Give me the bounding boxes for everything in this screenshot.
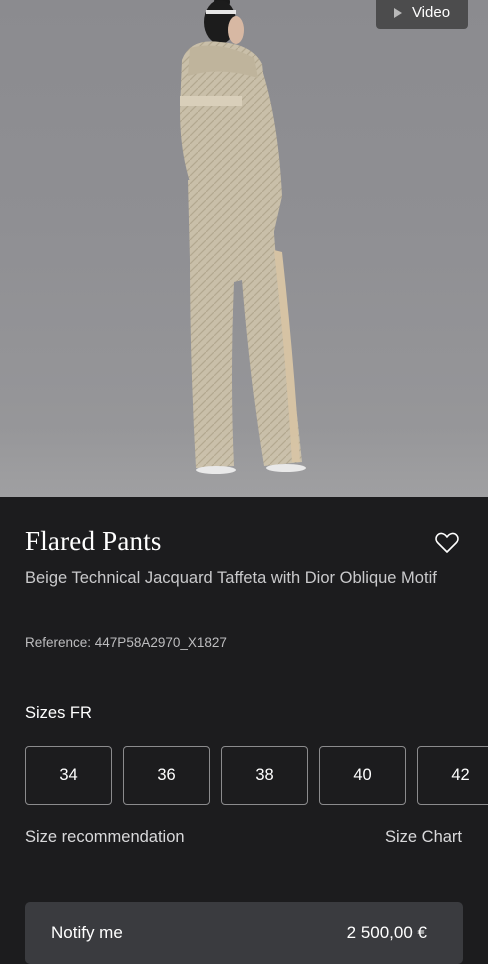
size-option-36[interactable]: 36 (123, 746, 210, 805)
size-option-38[interactable]: 38 (221, 746, 308, 805)
size-option-42[interactable]: 42 (417, 746, 488, 805)
video-label: Video (411, 4, 451, 21)
notify-label: Notify me (51, 923, 123, 942)
size-chart-link[interactable]: Size Chart (385, 828, 462, 847)
product-title: Flared Pants (25, 526, 162, 556)
heart-icon[interactable] (434, 531, 460, 555)
notify-me-button[interactable]: Notify me 2 500,00 € (25, 902, 463, 964)
size-recommendation-link[interactable]: Size recommendation (25, 828, 185, 847)
product-reference: Reference: 447P58A2970_X1827 (25, 635, 227, 650)
video-button[interactable]: Video (376, 0, 468, 29)
floor-shading (0, 427, 488, 497)
size-selector: 34 36 38 40 42 (25, 746, 488, 805)
product-price: 2 500,00 € (346, 923, 427, 942)
size-option-40[interactable]: 40 (319, 746, 406, 805)
model-figure-image (180, 0, 306, 474)
product-image[interactable]: Video (0, 0, 488, 497)
size-option-34[interactable]: 34 (25, 746, 112, 805)
product-description: Beige Technical Jacquard Taffeta with Di… (25, 569, 437, 587)
play-icon (393, 7, 402, 18)
sizes-label: Sizes FR (25, 704, 92, 722)
